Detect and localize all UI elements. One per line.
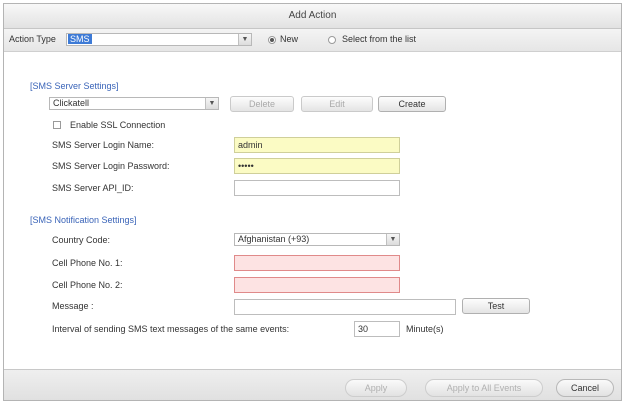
radio-new-label: New	[280, 34, 299, 44]
dialog-footer: Apply Apply to All Events Cancel	[4, 369, 621, 400]
country-code-value: Afghanistan (+93)	[238, 234, 310, 244]
apply-button[interactable]: Apply	[345, 379, 407, 397]
api-id-field[interactable]	[234, 180, 400, 196]
login-password-label: SMS Server Login Password:	[52, 161, 170, 171]
action-type-select[interactable]: SMS ▼	[66, 33, 252, 46]
interval-label: Interval of sending SMS text messages of…	[52, 324, 290, 334]
dialog-title: Add Action	[4, 4, 621, 29]
radio-select-from-list[interactable]	[328, 36, 336, 44]
country-code-select[interactable]: Afghanistan (+93) ▼	[234, 233, 400, 246]
login-password-field[interactable]: •••••	[234, 158, 400, 174]
chevron-down-icon[interactable]: ▼	[205, 98, 218, 109]
cell-phone-1-label: Cell Phone No. 1:	[52, 258, 123, 268]
api-id-label: SMS Server API_ID:	[52, 183, 134, 193]
login-name-field[interactable]: admin	[234, 137, 400, 153]
country-code-label: Country Code:	[52, 235, 111, 245]
chevron-down-icon[interactable]: ▼	[386, 234, 399, 245]
sms-provider-value: Clickatell	[53, 98, 90, 108]
delete-button[interactable]: Delete	[230, 96, 294, 112]
apply-to-all-events-button[interactable]: Apply to All Events	[425, 379, 543, 397]
cancel-button[interactable]: Cancel	[556, 379, 614, 397]
enable-ssl-checkbox[interactable]	[53, 121, 61, 129]
sms-provider-select[interactable]: Clickatell ▼	[49, 97, 219, 110]
radio-new[interactable]	[268, 36, 276, 44]
test-button[interactable]: Test	[462, 298, 530, 314]
cell-phone-2-field[interactable]	[234, 277, 400, 293]
action-type-value: SMS	[68, 34, 92, 44]
chevron-down-icon[interactable]: ▼	[238, 34, 251, 45]
message-field[interactable]	[234, 299, 456, 315]
cell-phone-2-label: Cell Phone No. 2:	[52, 280, 123, 290]
create-button[interactable]: Create	[378, 96, 446, 112]
enable-ssl-label: Enable SSL Connection	[70, 120, 166, 130]
edit-button[interactable]: Edit	[301, 96, 373, 112]
message-label: Message :	[52, 301, 94, 311]
action-type-label: Action Type	[9, 34, 56, 44]
interval-field[interactable]: 30	[354, 321, 400, 337]
interval-unit: Minute(s)	[406, 324, 444, 334]
action-type-toolbar: Action Type SMS ▼ New Select from the li…	[4, 29, 621, 52]
login-name-label: SMS Server Login Name:	[52, 140, 155, 150]
add-action-dialog: Add Action Action Type SMS ▼ New Select …	[3, 3, 622, 401]
radio-select-label: Select from the list	[342, 34, 417, 44]
sms-notification-section-title: [SMS Notification Settings]	[30, 215, 137, 225]
cell-phone-1-field[interactable]	[234, 255, 400, 271]
sms-server-section-title: [SMS Server Settings]	[30, 81, 119, 91]
